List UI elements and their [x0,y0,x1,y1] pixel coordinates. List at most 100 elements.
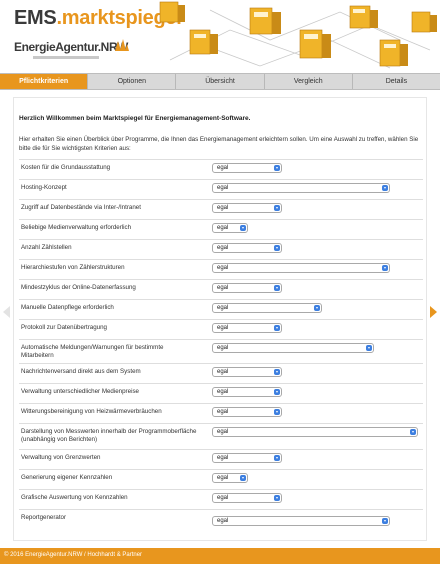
criterion-label: Generierung eigener Kennzahlen [21,474,113,481]
tab-details[interactable]: Details [353,74,440,89]
chevron-down-icon [382,265,388,271]
criterion-label: Witterungsbereinigung von Heizwärmeverbr… [21,408,162,415]
criterion-select[interactable]: egal [212,387,282,397]
criterion-select[interactable]: egal [212,427,418,437]
energieagentur-logo[interactable]: EnergieAgentur.NRW [14,40,128,54]
criterion-value: egal [217,305,229,311]
criterion-value: egal [217,429,229,435]
criteria-panel: Herzlich Willkommen beim Marktspiegel fü… [13,97,427,541]
criterion-value: egal [217,409,229,415]
chevron-down-icon [274,205,280,211]
chevron-down-icon [274,455,280,461]
criterion-select[interactable]: egal [212,407,282,417]
criterion-value: egal [217,245,229,251]
criterion-label: Hosting-Konzept [21,184,67,191]
criterion-label: Zugriff auf Datenbestände via Inter-/Int… [21,204,141,211]
criterion-select[interactable]: egal [212,243,282,253]
criterion-row: Zugriff auf Datenbestände via Inter-/Int… [19,199,423,219]
criterion-value: egal [217,369,229,375]
tab-pflichtkriterien[interactable]: Pflichtkriterien [0,74,89,89]
criterion-select[interactable]: egal [212,203,282,213]
criterion-row: Verwaltung von Grenzwerten egal [19,449,423,469]
chevron-down-icon [274,369,280,375]
previous-arrow-icon[interactable] [3,306,10,318]
criterion-label: Nachrichtenversand direkt aus dem System [21,368,141,375]
logo-tagline-bar [33,56,99,59]
header: EMS.marktspiegel EnergieAgentur.NRW [0,0,440,73]
tab-uebersicht[interactable]: Übersicht [176,74,265,89]
criterion-label: Grafische Auswertung von Kennzahlen [21,494,128,501]
criterion-select[interactable]: egal [212,223,248,233]
criterion-row: Manuelle Datenpflege erforderlich egal [19,299,423,319]
criterion-value: egal [217,205,229,211]
tab-bar: Pflichtkriterien Optionen Übersicht Verg… [0,73,440,90]
criterion-label: Verwaltung von Grenzwerten [21,454,101,461]
server-network-illustration [159,1,437,69]
chevron-down-icon [382,185,388,191]
criterion-label: Hierarchiestufen von Zählerstrukturen [21,264,125,271]
criterion-value: egal [217,495,229,501]
tab-vergleich[interactable]: Vergleich [265,74,353,89]
criterion-label: Automatische Meldungen/Warnungen für bes… [21,344,164,359]
criterion-row: Generierung eigener Kennzahlen egal [19,469,423,489]
criterion-label: Manuelle Datenpflege erforderlich [21,304,114,311]
criterion-row: Darstellung von Messwerten innerhalb der… [19,423,423,449]
criterion-select[interactable]: egal [212,473,248,483]
criterion-row: Hosting-Konzept egal [19,179,423,199]
criterion-value: egal [217,265,229,271]
chevron-down-icon [274,409,280,415]
chevron-down-icon [410,429,416,435]
criterion-select[interactable]: egal [212,516,390,526]
chevron-down-icon [382,518,388,524]
page-title: Herzlich Willkommen beim Marktspiegel fü… [19,115,251,122]
criterion-label: Protokoll zur Datenübertragung [21,324,107,331]
chevron-down-icon [274,245,280,251]
criterion-value: egal [217,325,229,331]
criterion-row: Protokoll zur Datenübertragung egal [19,319,423,339]
criterion-value: egal [217,455,229,461]
criterion-select[interactable]: egal [212,493,282,503]
criterion-select[interactable]: egal [212,453,282,463]
chevron-down-icon [274,325,280,331]
criterion-value: egal [217,475,229,481]
criterion-row: Verwaltung unterschiedlicher Medienpreis… [19,383,423,403]
next-arrow-icon[interactable] [430,306,437,318]
chevron-down-icon [240,225,246,231]
criterion-label: Mindestzyklus der Online-Datenerfassung [21,284,136,291]
criterion-row: Witterungsbereinigung von Heizwärmeverbr… [19,403,423,423]
criterion-label: Anzahl Zählstellen [21,244,72,251]
criterion-row: Nachrichtenversand direkt aus dem System… [19,363,423,383]
criterion-label: Verwaltung unterschiedlicher Medienpreis… [21,388,139,395]
criterion-select[interactable]: egal [212,283,282,293]
criterion-value: egal [217,518,229,524]
chevron-down-icon [240,475,246,481]
criterion-value: egal [217,285,229,291]
criterion-label: Beliebige Medienverwaltung erforderlich [21,224,132,231]
criterion-select[interactable]: egal [212,323,282,333]
criterion-select[interactable]: egal [212,263,390,273]
tab-optionen[interactable]: Optionen [88,74,177,89]
criterion-value: egal [217,345,229,351]
copyright-text: © 2016 EnergieAgentur.NRW / Hochhardt & … [4,552,143,558]
criterion-select[interactable]: egal [212,183,390,193]
criterion-row: Grafische Auswertung von Kennzahlen egal [19,489,423,509]
chevron-down-icon [274,165,280,171]
criterion-row: Kosten für die Grundausstattung egal [19,159,423,179]
criterion-label: Reportgenerator [21,514,67,521]
criterion-select[interactable]: egal [212,303,322,313]
criterion-select[interactable]: egal [212,343,374,353]
criterion-label: Kosten für die Grundausstattung [21,164,111,171]
criterion-row: Beliebige Medienverwaltung erforderlich … [19,219,423,239]
criterion-row: Automatische Meldungen/Warnungen für bes… [19,339,423,363]
footer: © 2016 EnergieAgentur.NRW / Hochhardt & … [0,548,440,564]
criterion-row: Mindestzyklus der Online-Datenerfassung … [19,279,423,299]
criterion-select[interactable]: egal [212,163,282,173]
chevron-down-icon [274,285,280,291]
criterion-value: egal [217,389,229,395]
intro-text: Hier erhalten Sie einen Überblick über P… [19,136,419,152]
criterion-value: egal [217,165,229,171]
criterion-value: egal [217,185,229,191]
criterion-select[interactable]: egal [212,367,282,377]
criterion-row: Reportgenerator egal [19,509,423,533]
chevron-down-icon [366,345,372,351]
